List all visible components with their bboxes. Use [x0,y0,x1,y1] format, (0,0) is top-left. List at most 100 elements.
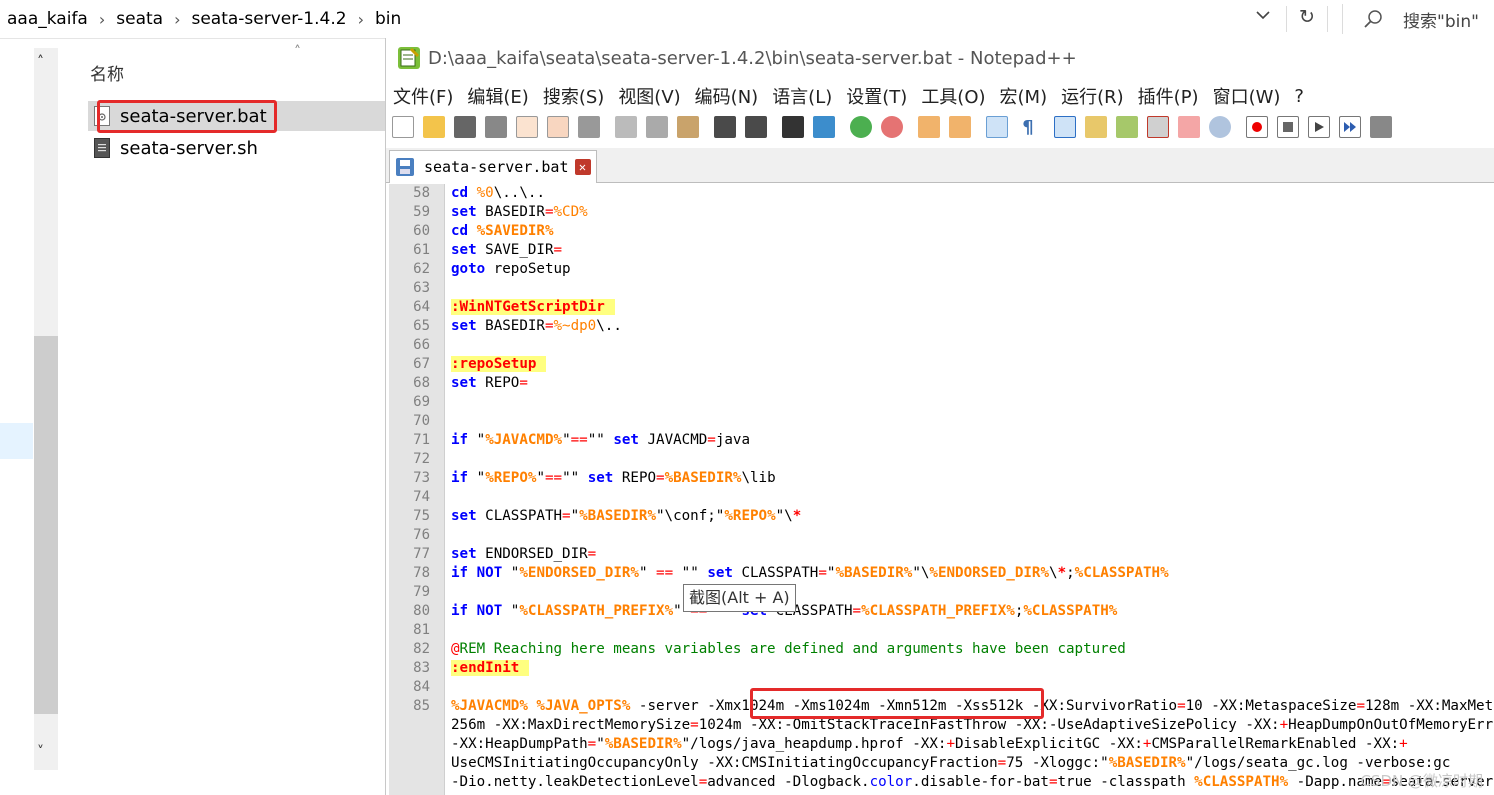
column-header-name[interactable]: 名称 [90,60,124,85]
line-number: 58 [413,185,430,201]
monitoring-icon[interactable] [1178,116,1200,138]
tab-bar: seata-server.bat ✕ [386,148,1494,183]
notepad-plus-plus-window: D:\aaa_kaifa\seata\seata-server-1.4.2\bi… [385,38,1494,795]
find-icon[interactable] [782,116,804,138]
redo-icon[interactable] [745,116,767,138]
search-icon [1363,8,1385,30]
menu-window[interactable]: 窗口(W) [1206,83,1288,109]
file-name: seata-server.sh [120,137,258,159]
replace-icon[interactable] [813,116,835,138]
sh-file-icon [94,138,110,158]
nav-pane-selected-item[interactable] [0,423,33,459]
line-number: 72 [413,451,430,467]
toolbar: ¶ [386,112,1494,142]
tab-label: seata-server.bat [424,158,569,176]
run-macro-multiple-icon[interactable] [1339,116,1361,138]
scroll-down-icon[interactable]: ˅ [37,744,44,760]
breadcrumb-separator[interactable]: › [91,10,113,29]
menu-help[interactable]: ? [1287,86,1311,107]
breadcrumb-separator[interactable]: › [166,10,188,29]
close-icon[interactable]: ✕ [574,159,591,175]
copy-icon[interactable] [646,116,668,138]
menu-bar: 文件(F) 编辑(E) 搜索(S) 视图(V) 编码(N) 语言(L) 设置(T… [386,82,1311,110]
record-macro-icon[interactable] [1246,116,1268,138]
window-title: D:\aaa_kaifa\seata\seata-server-1.4.2\bi… [428,47,1077,69]
menu-tools[interactable]: 工具(O) [914,83,992,109]
code-line-85-wrap-4: -Dio.netty.leakDetectionLevel=advanced -… [451,774,1494,790]
stop-macro-icon[interactable] [1277,116,1299,138]
line-number: 60 [413,223,430,239]
eye-icon[interactable] [1209,116,1231,138]
menu-settings[interactable]: 设置(T) [839,83,914,109]
code-line-71: if "%JAVACMD%"=="" set JAVACMD=java [451,432,751,448]
line-number: 79 [413,584,430,600]
line-number: 85 [413,698,430,714]
search-placeholder: 搜索"bin" [1403,11,1479,32]
sync-vertical-icon[interactable] [918,116,940,138]
close-file-icon[interactable] [516,116,538,138]
play-macro-icon[interactable] [1308,116,1330,138]
search-input[interactable]: 搜索"bin" [1342,4,1494,34]
breadcrumb-separator[interactable]: › [350,10,372,29]
line-number: 68 [413,375,430,391]
line-number: 67 [413,356,430,372]
doc-map-icon[interactable] [1085,116,1107,138]
line-number: 64 [413,299,430,315]
new-file-icon[interactable] [392,116,414,138]
function-list-icon[interactable] [1116,116,1138,138]
line-number: 80 [413,603,430,619]
window-title-bar: D:\aaa_kaifa\seata\seata-server-1.4.2\bi… [386,38,1494,78]
file-item-seata-server-sh[interactable]: seata-server.sh [88,133,388,163]
scrollbar-thumb[interactable] [34,336,58,714]
scroll-up-icon[interactable]: ˄ [37,54,44,70]
code-line-73: if "%REPO%"=="" set REPO=%BASEDIR%\lib [451,470,776,486]
close-all-icon[interactable] [547,116,569,138]
code-line-67: :repoSetup [451,355,547,374]
line-number: 71 [413,432,430,448]
code-line-75: set CLASSPATH="%BASEDIR%"\conf;"%REPO%"\… [451,508,802,524]
zoom-in-icon[interactable] [850,116,872,138]
folder-workspace-icon[interactable] [1147,116,1169,138]
highlight-box-bat-file [97,100,277,133]
breadcrumb-item-bin[interactable]: bin [372,9,404,29]
screenshot-tooltip: 截图(Alt + A) [683,584,796,612]
code-line-78: if NOT "%ENDORSED_DIR%" == "" set CLASSP… [451,565,1169,581]
code-line-62: goto repoSetup [451,261,571,277]
line-number: 78 [413,565,430,581]
code-line-77: set ENDORSED_DIR= [451,546,597,562]
menu-plugins[interactable]: 插件(P) [1131,83,1206,109]
line-number: 76 [413,527,430,543]
save-macro-icon[interactable] [1370,116,1392,138]
cut-icon[interactable] [615,116,637,138]
menu-edit[interactable]: 编辑(E) [460,83,535,109]
breadcrumb-item-aaa-kaifa[interactable]: aaa_kaifa [4,9,91,29]
indent-guide-icon[interactable] [1054,116,1076,138]
save-icon[interactable] [454,116,476,138]
code-line-64: :WinNTGetScriptDir [451,298,615,317]
menu-file[interactable]: 文件(F) [386,83,460,109]
chevron-down-icon[interactable] [1250,8,1276,30]
print-icon[interactable] [578,116,600,138]
tab-seata-server-bat[interactable]: seata-server.bat ✕ [389,150,597,183]
show-all-chars-icon[interactable]: ¶ [1017,116,1039,138]
refresh-icon[interactable]: ↻ [1286,6,1328,32]
menu-encoding[interactable]: 编码(N) [688,83,766,109]
menu-language[interactable]: 语言(L) [765,83,839,109]
line-number: 83 [413,660,430,676]
undo-icon[interactable] [714,116,736,138]
nav-pane-scrollbar[interactable]: ˄ ˅ [34,48,58,770]
breadcrumb-item-seata[interactable]: seata [113,9,166,29]
menu-macro[interactable]: 宏(M) [993,83,1055,109]
menu-view[interactable]: 视图(V) [611,83,687,109]
zoom-out-icon[interactable] [881,116,903,138]
code-line-68: set REPO= [451,375,528,391]
menu-search[interactable]: 搜索(S) [536,83,611,109]
save-all-icon[interactable] [485,116,507,138]
menu-run[interactable]: 运行(R) [1054,83,1131,109]
breadcrumb-item-seata-server[interactable]: seata-server-1.4.2 [188,9,349,29]
open-folder-icon[interactable] [423,116,445,138]
code-line-58: cd %0\..\.. [451,185,545,201]
word-wrap-icon[interactable] [986,116,1008,138]
paste-icon[interactable] [677,116,699,138]
sync-horizontal-icon[interactable] [949,116,971,138]
